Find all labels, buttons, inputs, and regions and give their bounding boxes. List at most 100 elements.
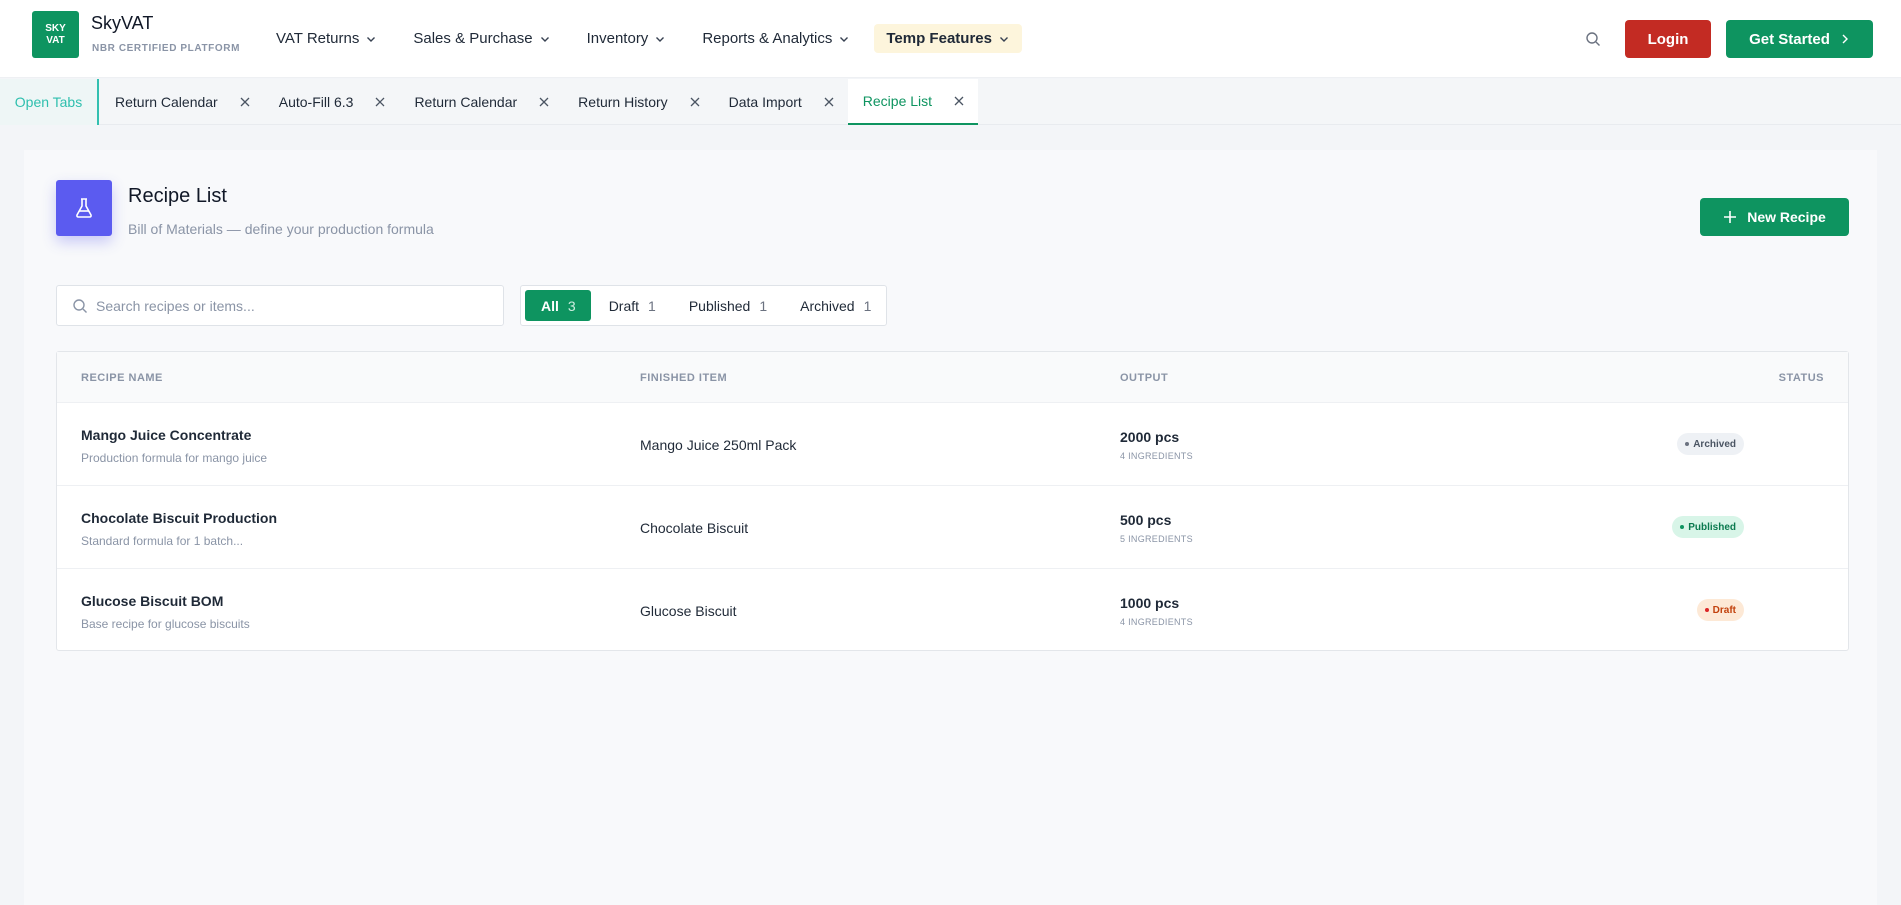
tab-return-calendar-2[interactable]: Return Calendar xyxy=(399,79,563,125)
brand-logo[interactable]: SKY VAT xyxy=(32,11,79,58)
filter-all[interactable]: All 3 xyxy=(525,290,591,321)
tab-label: Return Calendar xyxy=(115,94,218,110)
nav-reports-analytics[interactable]: Reports & Analytics xyxy=(690,24,862,53)
close-icon[interactable] xyxy=(954,96,964,106)
page-title: Recipe List xyxy=(128,185,227,207)
tab-return-calendar[interactable]: Return Calendar xyxy=(100,79,264,125)
tab-label: Auto-Fill 6.3 xyxy=(278,94,354,110)
chevron-down-icon xyxy=(539,33,551,45)
chevron-right-icon xyxy=(1840,33,1850,45)
close-icon[interactable] xyxy=(240,97,250,107)
filter-count: 1 xyxy=(759,297,768,314)
chevron-down-icon xyxy=(365,33,377,45)
tab-recipe-list[interactable]: Recipe List xyxy=(847,79,979,125)
table-row[interactable]: Mango Juice Concentrate Production formu… xyxy=(57,403,1848,486)
column-header-finished-item[interactable]: FINISHED ITEM xyxy=(640,372,727,384)
tab-return-history[interactable]: Return History xyxy=(563,79,713,125)
new-recipe-button[interactable]: New Recipe xyxy=(1700,198,1849,236)
filter-label: Published xyxy=(688,297,751,314)
login-button[interactable]: Login xyxy=(1625,20,1711,58)
page-subtitle: Bill of Materials — define your producti… xyxy=(128,221,434,237)
status-text: Draft xyxy=(1712,604,1736,616)
brand-name: SkyVAT xyxy=(91,13,154,33)
chevron-down-icon xyxy=(838,33,850,45)
status-dot xyxy=(1704,608,1709,612)
open-tabs-bar: Open Tabs Return Calendar Auto-Fill 6.3 … xyxy=(0,79,1901,125)
search-icon[interactable] xyxy=(1582,28,1604,50)
output-quantity: 1000 pcs xyxy=(1120,595,1180,611)
finished-item: Mango Juice 250ml Pack xyxy=(640,437,797,453)
column-header-status[interactable]: STATUS xyxy=(1779,372,1824,384)
tab-auto-fill[interactable]: Auto-Fill 6.3 xyxy=(264,79,400,125)
table-row[interactable]: Chocolate Biscuit Production Standard fo… xyxy=(57,486,1848,569)
recipe-search[interactable] xyxy=(56,285,504,326)
nav-sales-purchase[interactable]: Sales & Purchase xyxy=(401,24,562,53)
nav-inventory[interactable]: Inventory xyxy=(575,24,679,53)
status-text: Archived xyxy=(1693,438,1736,450)
get-started-button[interactable]: Get Started xyxy=(1726,20,1873,58)
filter-count: 1 xyxy=(863,297,872,314)
open-tabs-label: Open Tabs xyxy=(0,79,99,125)
table-row[interactable]: Glucose Biscuit BOM Base recipe for gluc… xyxy=(57,569,1848,652)
status-text: Published xyxy=(1688,521,1736,533)
column-header-recipe-name[interactable]: RECIPE NAME xyxy=(81,372,163,384)
search-input[interactable] xyxy=(96,297,476,314)
column-header-output[interactable]: OUTPUT xyxy=(1120,372,1168,384)
nav-label: Reports & Analytics xyxy=(702,30,833,47)
status-filter-group: All 3 Draft 1 Published 1 Archived 1 xyxy=(520,285,887,326)
output-quantity: 500 pcs xyxy=(1120,512,1172,528)
status-dot xyxy=(1680,525,1685,529)
filter-count: 1 xyxy=(648,297,656,314)
recipe-name[interactable]: Glucose Biscuit BOM xyxy=(81,593,223,609)
chevron-down-icon xyxy=(998,33,1010,45)
close-icon[interactable] xyxy=(690,97,700,107)
logo-text-line1: SKY xyxy=(45,22,66,34)
tab-label: Return History xyxy=(578,94,668,110)
ingredient-count: 5 INGREDIENTS xyxy=(1120,534,1193,544)
nav-temp-features[interactable]: Temp Features xyxy=(874,24,1022,53)
filter-draft[interactable]: Draft 1 xyxy=(593,290,671,321)
recipe-name[interactable]: Mango Juice Concentrate xyxy=(81,427,251,443)
status-badge: Published xyxy=(1672,516,1744,538)
top-header: SKY VAT SkyVAT NBR CERTIFIED PLATFORM VA… xyxy=(0,0,1901,78)
nav-label: Temp Features xyxy=(886,30,992,47)
nav-vat-returns[interactable]: VAT Returns xyxy=(264,24,389,53)
filter-count: 3 xyxy=(567,297,576,314)
status-dot xyxy=(1685,442,1690,446)
logo-text-line2: VAT xyxy=(46,34,65,46)
ingredient-count: 4 INGREDIENTS xyxy=(1120,451,1193,461)
nav-label: Inventory xyxy=(586,30,649,47)
tab-data-import[interactable]: Data Import xyxy=(714,79,848,125)
plus-icon xyxy=(1723,210,1737,224)
tab-list: Return Calendar Auto-Fill 6.3 Return Cal… xyxy=(100,79,979,125)
filter-label: Archived xyxy=(800,297,855,314)
brand-subtitle: NBR CERTIFIED PLATFORM xyxy=(92,43,241,54)
main-content: Recipe List Bill of Materials — define y… xyxy=(24,150,1877,905)
finished-item: Glucose Biscuit xyxy=(640,603,737,619)
close-icon[interactable] xyxy=(375,97,385,107)
status-badge: Draft xyxy=(1696,599,1744,621)
main-nav: VAT Returns Sales & Purchase Inventory R… xyxy=(264,24,1034,53)
close-icon[interactable] xyxy=(539,97,549,107)
nav-label: VAT Returns xyxy=(276,30,360,47)
flask-icon xyxy=(56,180,112,236)
recipe-name[interactable]: Chocolate Biscuit Production xyxy=(81,510,277,526)
filter-published[interactable]: Published 1 xyxy=(673,290,782,321)
recipe-description: Production formula for mango juice xyxy=(81,451,268,465)
close-icon[interactable] xyxy=(824,97,834,107)
get-started-label: Get Started xyxy=(1749,30,1830,48)
finished-item: Chocolate Biscuit xyxy=(640,520,749,536)
recipe-description: Standard formula for 1 batch... xyxy=(81,534,244,548)
filter-label: Draft xyxy=(608,297,640,314)
new-recipe-label: New Recipe xyxy=(1747,209,1826,225)
recipe-description: Base recipe for glucose biscuits xyxy=(81,617,250,631)
ingredient-count: 4 INGREDIENTS xyxy=(1120,617,1193,627)
recipe-table: RECIPE NAME FINISHED ITEM OUTPUT STATUS … xyxy=(56,351,1849,651)
filter-archived[interactable]: Archived 1 xyxy=(784,290,886,321)
output-quantity: 2000 pcs xyxy=(1120,429,1180,445)
table-header: RECIPE NAME FINISHED ITEM OUTPUT STATUS xyxy=(57,352,1848,403)
chevron-down-icon xyxy=(654,33,666,45)
tab-label: Return Calendar xyxy=(414,94,518,110)
tab-label: Data Import xyxy=(728,94,802,110)
status-badge: Archived xyxy=(1677,433,1744,455)
